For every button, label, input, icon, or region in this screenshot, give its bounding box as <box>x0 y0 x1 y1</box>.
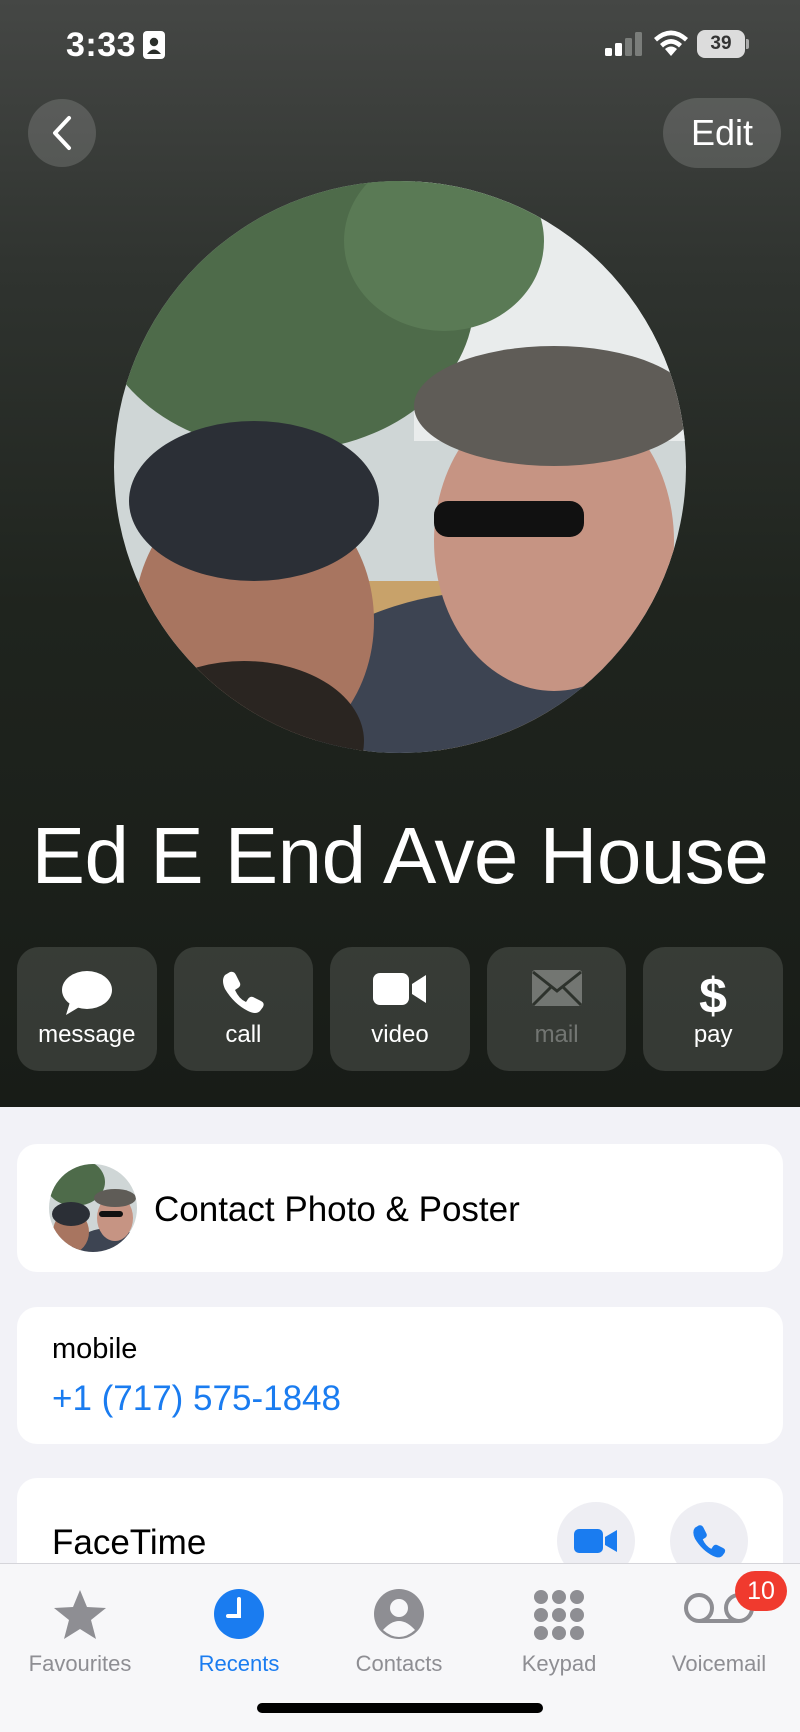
facetime-label: FaceTime <box>52 1523 207 1562</box>
phone-number-link[interactable]: +1 (717) 575-1848 <box>52 1379 341 1419</box>
tab-contacts-label: Contacts <box>355 1651 443 1676</box>
star-icon <box>54 1590 106 1639</box>
chevron-left-icon <box>53 116 71 150</box>
video-camera-icon <box>574 1529 617 1553</box>
video-button[interactable]: video <box>330 947 470 1071</box>
phone-number-row[interactable]: mobile +1 (717) 575-1848 <box>17 1307 783 1444</box>
tab-keypad-label: Keypad <box>521 1651 597 1676</box>
status-bar: 3:33 39 <box>0 0 800 90</box>
back-button[interactable] <box>28 99 96 167</box>
battery-level: 39 <box>697 30 745 58</box>
voicemail-badge: 10 <box>735 1571 787 1611</box>
svg-text:$: $ <box>699 969 727 1021</box>
person-circle-icon <box>374 1589 424 1639</box>
video-label: video <box>371 1021 429 1048</box>
message-bubble-icon <box>61 971 112 1015</box>
contact-photo-thumbnail <box>49 1164 137 1252</box>
tab-recents-label: Recents <box>198 1651 280 1676</box>
phone-icon <box>693 1525 726 1558</box>
contact-photo[interactable] <box>114 181 686 753</box>
tab-keypad[interactable]: Keypad <box>479 1574 639 1676</box>
tab-favourites[interactable]: Favourites <box>0 1574 160 1676</box>
mail-label: mail <box>534 1021 579 1048</box>
message-label: message <box>38 1021 136 1048</box>
keypad-icon <box>534 1590 584 1640</box>
pay-button[interactable]: $ pay <box>643 947 783 1071</box>
tab-contacts[interactable]: Contacts <box>319 1574 479 1676</box>
cellular-signal-icon <box>605 32 642 56</box>
tab-favourites-label: Favourites <box>28 1651 132 1676</box>
message-button[interactable]: message <box>17 947 157 1071</box>
clock-icon <box>214 1589 264 1639</box>
wifi-icon <box>654 30 688 56</box>
contact-photo-poster-label: Contact Photo & Poster <box>154 1190 520 1229</box>
contact-header: 3:33 39 Edit Ed E End Ave House message … <box>0 0 800 1107</box>
tab-recents[interactable]: Recents <box>159 1574 319 1676</box>
call-button[interactable]: call <box>173 947 314 1071</box>
battery-icon: 39 <box>697 30 749 58</box>
phone-type-label: mobile <box>52 1333 138 1365</box>
quick-actions: message call video mail $ pay <box>17 947 783 1071</box>
mail-button[interactable]: mail <box>486 947 627 1071</box>
contact-name: Ed E End Ave House <box>31 811 769 900</box>
phone-icon <box>223 971 265 1013</box>
status-time: 3:33 <box>66 26 137 64</box>
tab-voicemail-label: Voicemail <box>671 1651 767 1676</box>
dollar-icon: $ <box>699 969 727 1021</box>
edit-button[interactable]: Edit <box>663 98 781 168</box>
home-indicator[interactable] <box>257 1703 543 1713</box>
call-label: call <box>225 1021 262 1048</box>
contact-photo-poster-row[interactable]: Contact Photo & Poster <box>17 1144 783 1272</box>
contact-card-icon <box>143 31 165 59</box>
envelope-icon <box>531 970 582 1007</box>
video-camera-icon <box>372 973 426 1005</box>
pay-label: pay <box>693 1021 733 1048</box>
